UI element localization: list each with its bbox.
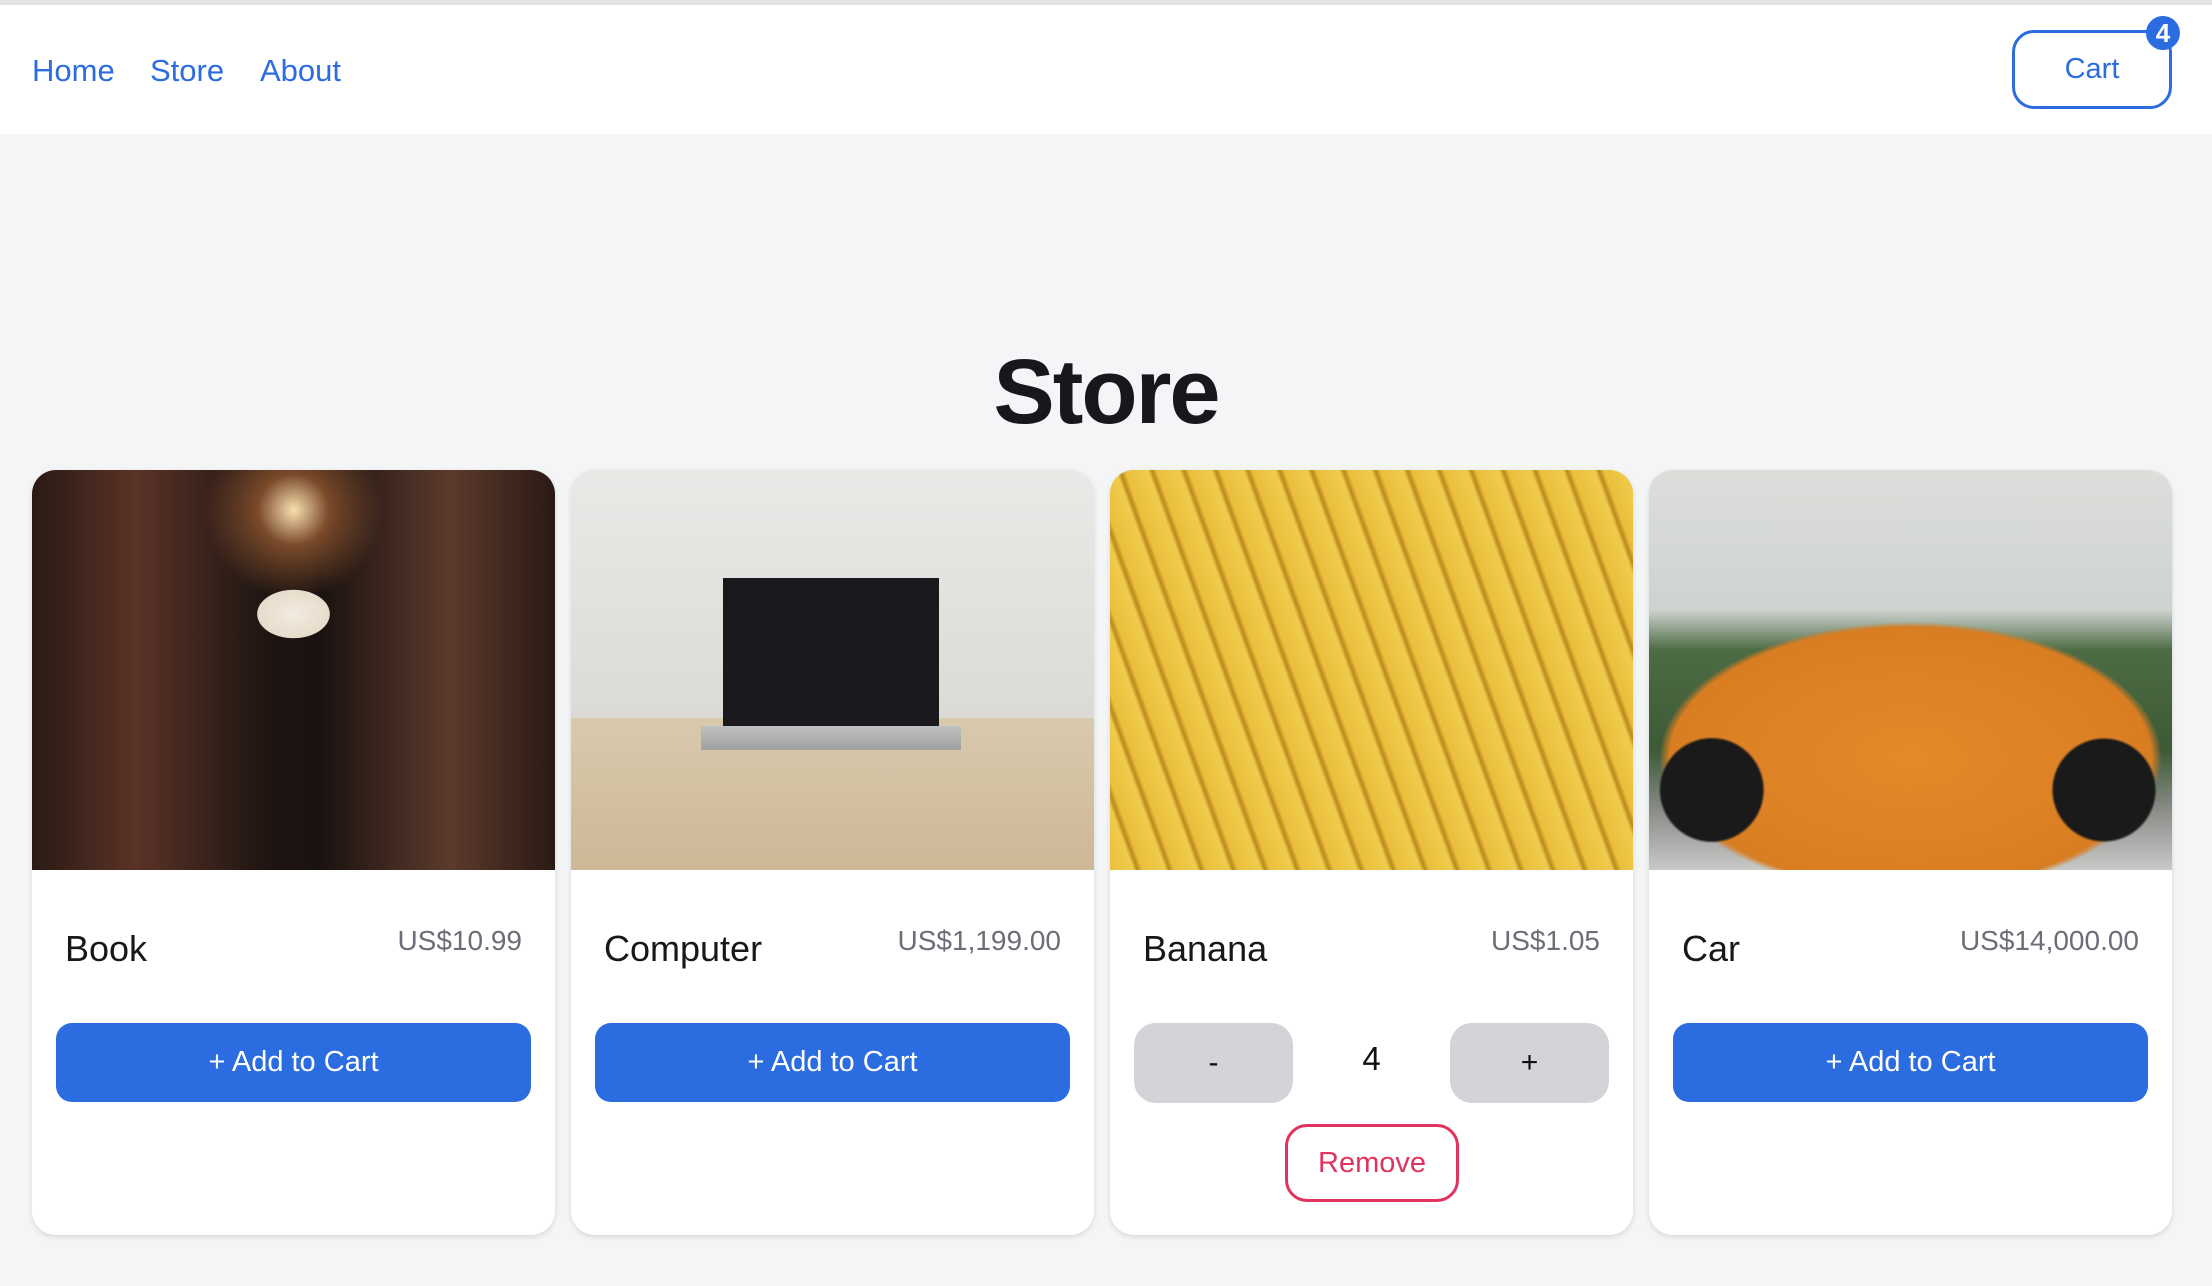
book-image bbox=[32, 470, 555, 870]
cart-count-badge: 4 bbox=[2146, 16, 2180, 50]
product-price: US$1.05 bbox=[1491, 925, 1600, 956]
nav-link-about[interactable]: About bbox=[260, 53, 341, 89]
nav-link-store[interactable]: Store bbox=[150, 53, 224, 89]
product-price: US$1,199.00 bbox=[897, 925, 1061, 956]
product-name: Book bbox=[65, 928, 148, 969]
add-to-cart-button[interactable]: + Add to Cart bbox=[1673, 1023, 2148, 1102]
product-card-computer: Computer US$1,199.00 + Add to Cart bbox=[571, 470, 1094, 1235]
product-name: Car bbox=[1682, 928, 1741, 969]
banana-image bbox=[1110, 470, 1633, 870]
page-title: Store bbox=[993, 341, 1220, 443]
remove-button[interactable]: Remove bbox=[1285, 1124, 1459, 1202]
product-name: Computer bbox=[604, 928, 763, 969]
top-nav: Home Store About Cart 4 bbox=[0, 5, 2212, 134]
increment-button[interactable]: + bbox=[1450, 1023, 1609, 1103]
car-image bbox=[1649, 470, 2172, 870]
nav-link-home[interactable]: Home bbox=[32, 53, 115, 89]
product-name: Banana bbox=[1143, 928, 1268, 969]
computer-image bbox=[571, 470, 1094, 870]
add-to-cart-button[interactable]: + Add to Cart bbox=[56, 1023, 531, 1102]
product-price: US$14,000.00 bbox=[1959, 925, 2139, 956]
product-card-book: Book US$10.99 + Add to Cart bbox=[32, 470, 555, 1235]
product-card-car: Car US$14,000.00 + Add to Cart bbox=[1649, 470, 2172, 1235]
add-to-cart-button[interactable]: + Add to Cart bbox=[595, 1023, 1070, 1102]
product-card-banana: Banana US$1.05 - 4 + Remove bbox=[1110, 470, 1633, 1235]
product-price: US$10.99 bbox=[397, 925, 522, 956]
